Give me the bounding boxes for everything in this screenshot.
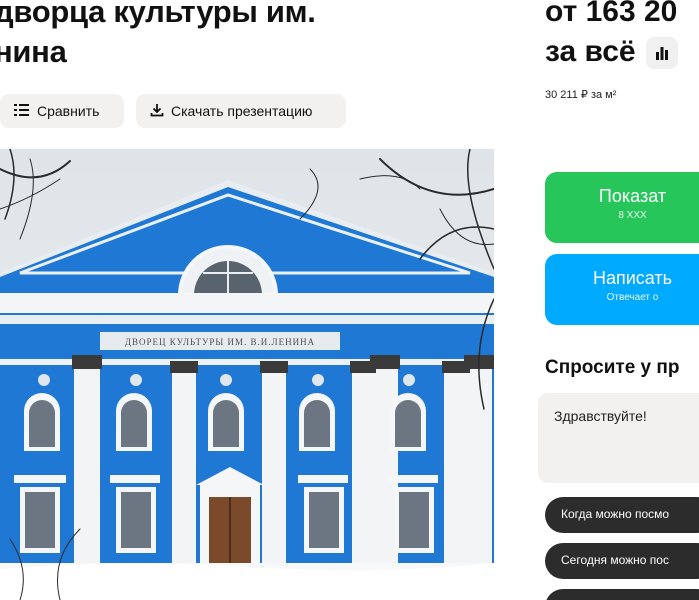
quick-question-chip[interactable] [545,589,699,600]
quick-question-chip[interactable]: Сегодня можно пос [545,543,699,579]
write-message-sublabel: Отвечает о [606,292,659,303]
show-phone-sublabel: 8 XXX [618,210,647,221]
download-presentation-button[interactable]: Скачать презентацию [136,94,346,128]
message-input[interactable]: Здравствуйте! [538,393,699,483]
ask-seller-heading: Спросите у пр [545,357,680,378]
download-icon [150,103,164,120]
show-phone-label: Показат [598,186,667,206]
price-caption: за всё [545,35,636,68]
download-label: Скачать презентацию [171,103,313,119]
listing-title-line1: дворца культуры им. [0,0,316,29]
write-message-button[interactable]: Написать Отвечает о [545,254,699,325]
price-history-button[interactable] [645,37,678,69]
compare-label: Сравнить [37,103,100,119]
show-phone-button[interactable]: Показат 8 XXX [545,172,699,243]
bar-chart-icon [655,47,668,60]
listing-title-line2: нина [0,34,67,69]
price-total: от 163 20 [545,0,678,28]
quick-question-chip[interactable]: Когда можно посмо [545,497,699,533]
write-message-label: Написать [592,268,673,288]
compare-button[interactable]: Сравнить [0,94,124,128]
facade-sign: ДВОРЕЦ КУЛЬТУРЫ ИМ. В.И.ЛЕНИНА [125,337,315,347]
compare-icon [14,103,30,120]
listing-photo[interactable]: ДВОРЕЦ КУЛЬТУРЫ ИМ. В.И.ЛЕНИНА [0,149,494,600]
price-caption-row: за всё [545,34,678,70]
price-per-m2: 30 211 ₽ за м² [545,89,617,101]
